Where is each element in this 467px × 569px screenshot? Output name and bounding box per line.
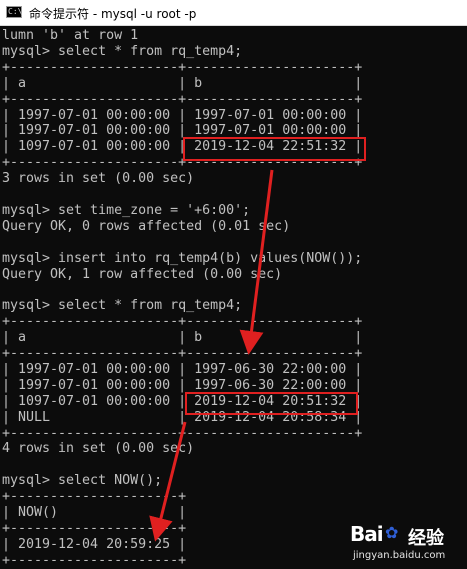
terminal-line: 3 rows in set (0.00 sec) — [2, 171, 195, 187]
terminal-line: Query OK, 0 rows affected (0.01 sec) — [2, 218, 291, 234]
terminal-line: +---------------------+ — [2, 552, 187, 568]
watermark-logo: Bai — [350, 522, 384, 546]
highlight-box-second-result — [185, 392, 358, 415]
terminal-line: +---------------------+ — [2, 489, 187, 505]
terminal-output[interactable]: lumn 'b' at row 1 mysql> select * from rq… — [0, 26, 467, 569]
terminal-line: +---------------------+ — [2, 520, 187, 536]
highlight-box-first-result — [183, 137, 366, 161]
terminal-line: mysql> select * from rq_temp4; — [2, 43, 243, 59]
terminal-line: +---------------------+-----------------… — [2, 59, 363, 75]
terminal-line: mysql> set time_zone = '+6:00'; — [2, 202, 251, 218]
terminal-line: | 1997-07-01 00:00:00 | 1997-07-01 00:00… — [2, 107, 363, 123]
watermark-url: jingyan.baidu.com — [353, 550, 446, 561]
terminal-line: | a | b | — [2, 330, 363, 346]
terminal-line: 4 rows in set (0.00 sec) — [2, 441, 195, 457]
terminal-line: mysql> select NOW(); — [2, 473, 163, 489]
terminal-line: | a | b | — [2, 75, 363, 91]
terminal-line: mysql> select * from rq_temp4; — [2, 298, 243, 314]
watermark-logo-cn: 经验 — [408, 528, 444, 549]
baidu-jingyan-watermark: Bai ✿ 经验 jingyan.baidu.com — [350, 518, 464, 568]
terminal-line: +---------------------+-----------------… — [2, 91, 363, 107]
paw-icon: ✿ — [385, 523, 399, 542]
terminal-line: | 1997-07-01 00:00:00 | 1997-06-30 22:00… — [2, 361, 363, 377]
terminal-line: | 2019-12-04 20:59:25 | — [2, 536, 187, 552]
terminal-line: Query OK, 1 row affected (0.00 sec) — [2, 266, 283, 282]
terminal-line: lumn 'b' at row 1 — [2, 28, 139, 43]
terminal-line: | NOW() | — [2, 505, 187, 520]
window-title: 命令提示符 - mysql -u root -p — [29, 7, 197, 21]
terminal-line: +---------------------+-----------------… — [2, 314, 363, 330]
console-window-icon: C:\ — [6, 6, 23, 18]
terminal-line: +---------------------+-----------------… — [2, 425, 363, 441]
terminal-line: mysql> insert into rq_temp4(b) values(NO… — [2, 250, 363, 266]
terminal-line: +---------------------+-----------------… — [2, 346, 363, 361]
window-titlebar[interactable]: C:\ 命令提示符 - mysql -u root -p — [0, 0, 467, 26]
